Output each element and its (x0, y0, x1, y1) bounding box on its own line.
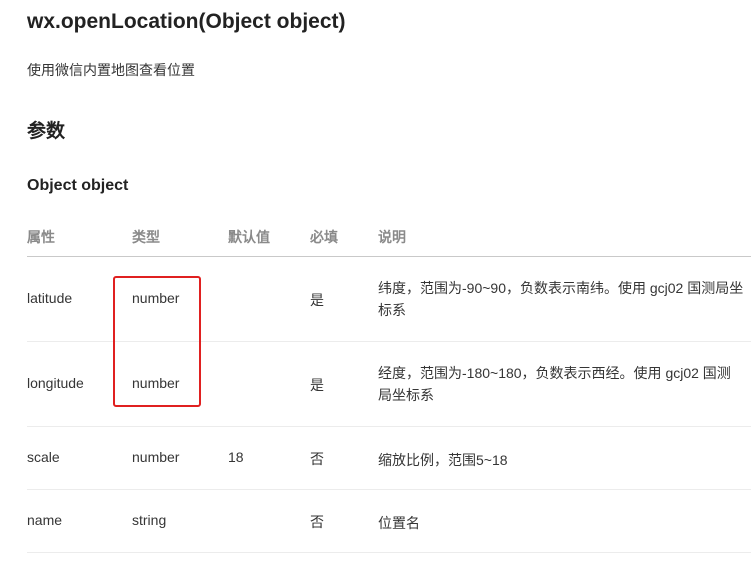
param-description: 缩放比例，范围5~18 (378, 452, 508, 468)
param-name: longitude (27, 375, 84, 391)
table-row: latitude number 是 纬度，范围为-90~90，负数表示南纬。使用… (27, 257, 751, 342)
header-type: 类型 (132, 229, 160, 245)
param-name: name (27, 512, 63, 528)
param-required: 否 (310, 451, 324, 467)
params-heading: 参数 (27, 121, 66, 142)
header-property: 属性 (27, 229, 55, 245)
table-row: longitude number 是 经度，范围为-180~180，负数表示西经… (27, 342, 751, 427)
param-type: number (132, 290, 180, 306)
api-description: 使用微信内置地图查看位置 (27, 62, 195, 78)
table-row: name string 否 位置名 (27, 490, 751, 553)
table-header: 属性 类型 默认值 必填 说明 (27, 214, 751, 257)
param-description: 经度，范围为-180~180，负数表示西经。使用 gcj02 国测局坐标系 (378, 365, 731, 403)
object-heading: Object object (27, 177, 129, 194)
param-type: string (132, 512, 167, 528)
param-default: 18 (228, 449, 244, 465)
param-required: 是 (310, 377, 324, 393)
param-type: number (132, 375, 180, 391)
param-required: 否 (310, 514, 324, 530)
header-required: 必填 (310, 229, 338, 245)
param-name: scale (27, 449, 60, 465)
page-title: wx.openLocation(Object object) (27, 10, 346, 33)
param-name: latitude (27, 290, 73, 306)
param-description: 位置名 (378, 515, 420, 531)
param-required: 是 (310, 292, 324, 308)
param-type: number (132, 449, 180, 465)
params-table: 属性 类型 默认值 必填 说明 latitude number 是 纬度，范围为… (27, 214, 751, 553)
param-description: 纬度，范围为-90~90，负数表示南纬。使用 gcj02 国测局坐标系 (378, 280, 744, 318)
header-default: 默认值 (228, 229, 270, 245)
table-row: scale number 18 否 缩放比例，范围5~18 (27, 427, 751, 490)
header-description: 说明 (378, 229, 406, 245)
